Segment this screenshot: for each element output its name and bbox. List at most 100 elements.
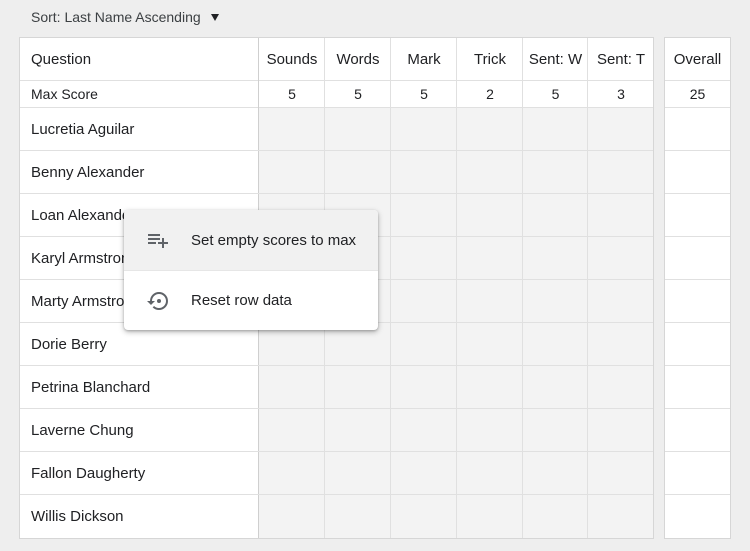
- score-cell[interactable]: [457, 366, 523, 408]
- score-cell[interactable]: [391, 280, 457, 322]
- score-cell[interactable]: [588, 237, 654, 279]
- student-row: Petrina Blanchard: [20, 366, 653, 409]
- score-cell[interactable]: [523, 452, 588, 494]
- score-cell[interactable]: [391, 452, 457, 494]
- header-row: Question Sounds Words Mark Trick Sent: W Sent…: [20, 38, 653, 81]
- question-header: Question: [31, 50, 92, 68]
- score-cell[interactable]: [259, 495, 325, 538]
- score-cell[interactable]: [523, 409, 588, 451]
- reset-row-data-menu-item[interactable]: Reset row data: [124, 271, 378, 330]
- column-header: Sent: W: [528, 50, 583, 68]
- student-name[interactable]: Lucretia Aguilar: [20, 108, 258, 150]
- student-name[interactable]: Willis Dickson: [20, 495, 258, 538]
- student-name[interactable]: Laverne Chung: [20, 409, 258, 451]
- history-icon: [146, 289, 170, 313]
- max-score-row: Max Score 5 5 5 2 5 3: [20, 81, 653, 108]
- score-cell[interactable]: [457, 323, 523, 365]
- score-cell[interactable]: [457, 409, 523, 451]
- score-cell[interactable]: [391, 409, 457, 451]
- score-cell[interactable]: [523, 323, 588, 365]
- sort-dropdown[interactable]: Sort: Last Name Ascending: [31, 8, 219, 26]
- score-cell[interactable]: [588, 409, 654, 451]
- overall-max-row: 25: [665, 81, 730, 108]
- score-cell[interactable]: [523, 495, 588, 538]
- score-cell[interactable]: [391, 151, 457, 193]
- score-cell[interactable]: [588, 323, 654, 365]
- score-cell[interactable]: [457, 280, 523, 322]
- score-cell[interactable]: [457, 194, 523, 236]
- max-score-value: 5: [354, 86, 362, 102]
- max-score-label: Max Score: [31, 86, 98, 102]
- row-context-menu: Set empty scores to max Reset row data: [124, 210, 378, 330]
- score-cell[interactable]: [588, 366, 654, 408]
- score-cell[interactable]: [588, 280, 654, 322]
- column-header: Words: [336, 50, 380, 68]
- menu-item-label: Reset row data: [191, 292, 292, 309]
- overall-row: [665, 452, 730, 495]
- overall-header: Overall: [673, 50, 722, 68]
- score-cell[interactable]: [523, 366, 588, 408]
- score-cell[interactable]: [325, 452, 391, 494]
- score-cell[interactable]: [588, 194, 654, 236]
- column-header: Trick: [474, 50, 506, 68]
- score-cell[interactable]: [588, 108, 654, 150]
- set-empty-to-max-menu-item[interactable]: Set empty scores to max: [124, 210, 378, 271]
- score-cell[interactable]: [325, 495, 391, 538]
- column-header: Sent: T: [596, 50, 646, 68]
- score-cell[interactable]: [523, 280, 588, 322]
- column-header: Mark: [407, 50, 441, 68]
- score-cell[interactable]: [523, 151, 588, 193]
- overall-row: [665, 151, 730, 194]
- score-cell[interactable]: [259, 108, 325, 150]
- score-cell[interactable]: [259, 452, 325, 494]
- overall-header-row: Overall: [665, 38, 730, 81]
- score-cell[interactable]: [259, 151, 325, 193]
- overall-row: [665, 323, 730, 366]
- max-score-value: 3: [617, 86, 625, 102]
- overall-row: [665, 495, 730, 538]
- score-cell[interactable]: [325, 151, 391, 193]
- student-row: Willis Dickson: [20, 495, 653, 538]
- student-name[interactable]: Petrina Blanchard: [20, 366, 258, 408]
- score-cell[interactable]: [457, 108, 523, 150]
- max-score-value: 5: [551, 86, 560, 102]
- menu-item-label: Set empty scores to max: [191, 231, 357, 249]
- overall-row: [665, 366, 730, 409]
- column-header: Sounds: [266, 50, 318, 68]
- score-cell[interactable]: [588, 452, 654, 494]
- score-cell[interactable]: [391, 237, 457, 279]
- score-cell[interactable]: [523, 108, 588, 150]
- score-cell[interactable]: [391, 366, 457, 408]
- max-score-value: 5: [288, 86, 296, 102]
- sort-label: Sort: Last Name Ascending: [31, 9, 201, 25]
- student-name[interactable]: Fallon Daugherty: [20, 452, 258, 494]
- score-cell[interactable]: [391, 323, 457, 365]
- overall-row: [665, 194, 730, 237]
- overall-row: [665, 108, 730, 151]
- score-cell[interactable]: [523, 194, 588, 236]
- student-name[interactable]: Benny Alexander: [20, 151, 258, 193]
- score-cell[interactable]: [391, 495, 457, 538]
- score-cell[interactable]: [259, 366, 325, 408]
- score-cell[interactable]: [391, 108, 457, 150]
- score-cell[interactable]: [588, 495, 654, 538]
- student-row: Benny Alexander: [20, 151, 653, 194]
- score-cell[interactable]: [325, 366, 391, 408]
- score-cell[interactable]: [457, 151, 523, 193]
- score-cell[interactable]: [588, 151, 654, 193]
- score-cell[interactable]: [457, 452, 523, 494]
- score-cell[interactable]: [259, 409, 325, 451]
- score-cell[interactable]: [325, 409, 391, 451]
- overall-max-score: 25: [689, 86, 706, 102]
- score-cell[interactable]: [325, 108, 391, 150]
- student-row: Lucretia Aguilar: [20, 108, 653, 151]
- score-cell[interactable]: [457, 495, 523, 538]
- score-cell[interactable]: [523, 237, 588, 279]
- overall-row: [665, 280, 730, 323]
- student-row: Fallon Daugherty: [20, 452, 653, 495]
- overall-column: Overall 25: [664, 37, 731, 539]
- max-score-value: 5: [420, 86, 428, 102]
- score-cell[interactable]: [457, 237, 523, 279]
- score-cell[interactable]: [391, 194, 457, 236]
- caret-down-icon: [210, 14, 219, 21]
